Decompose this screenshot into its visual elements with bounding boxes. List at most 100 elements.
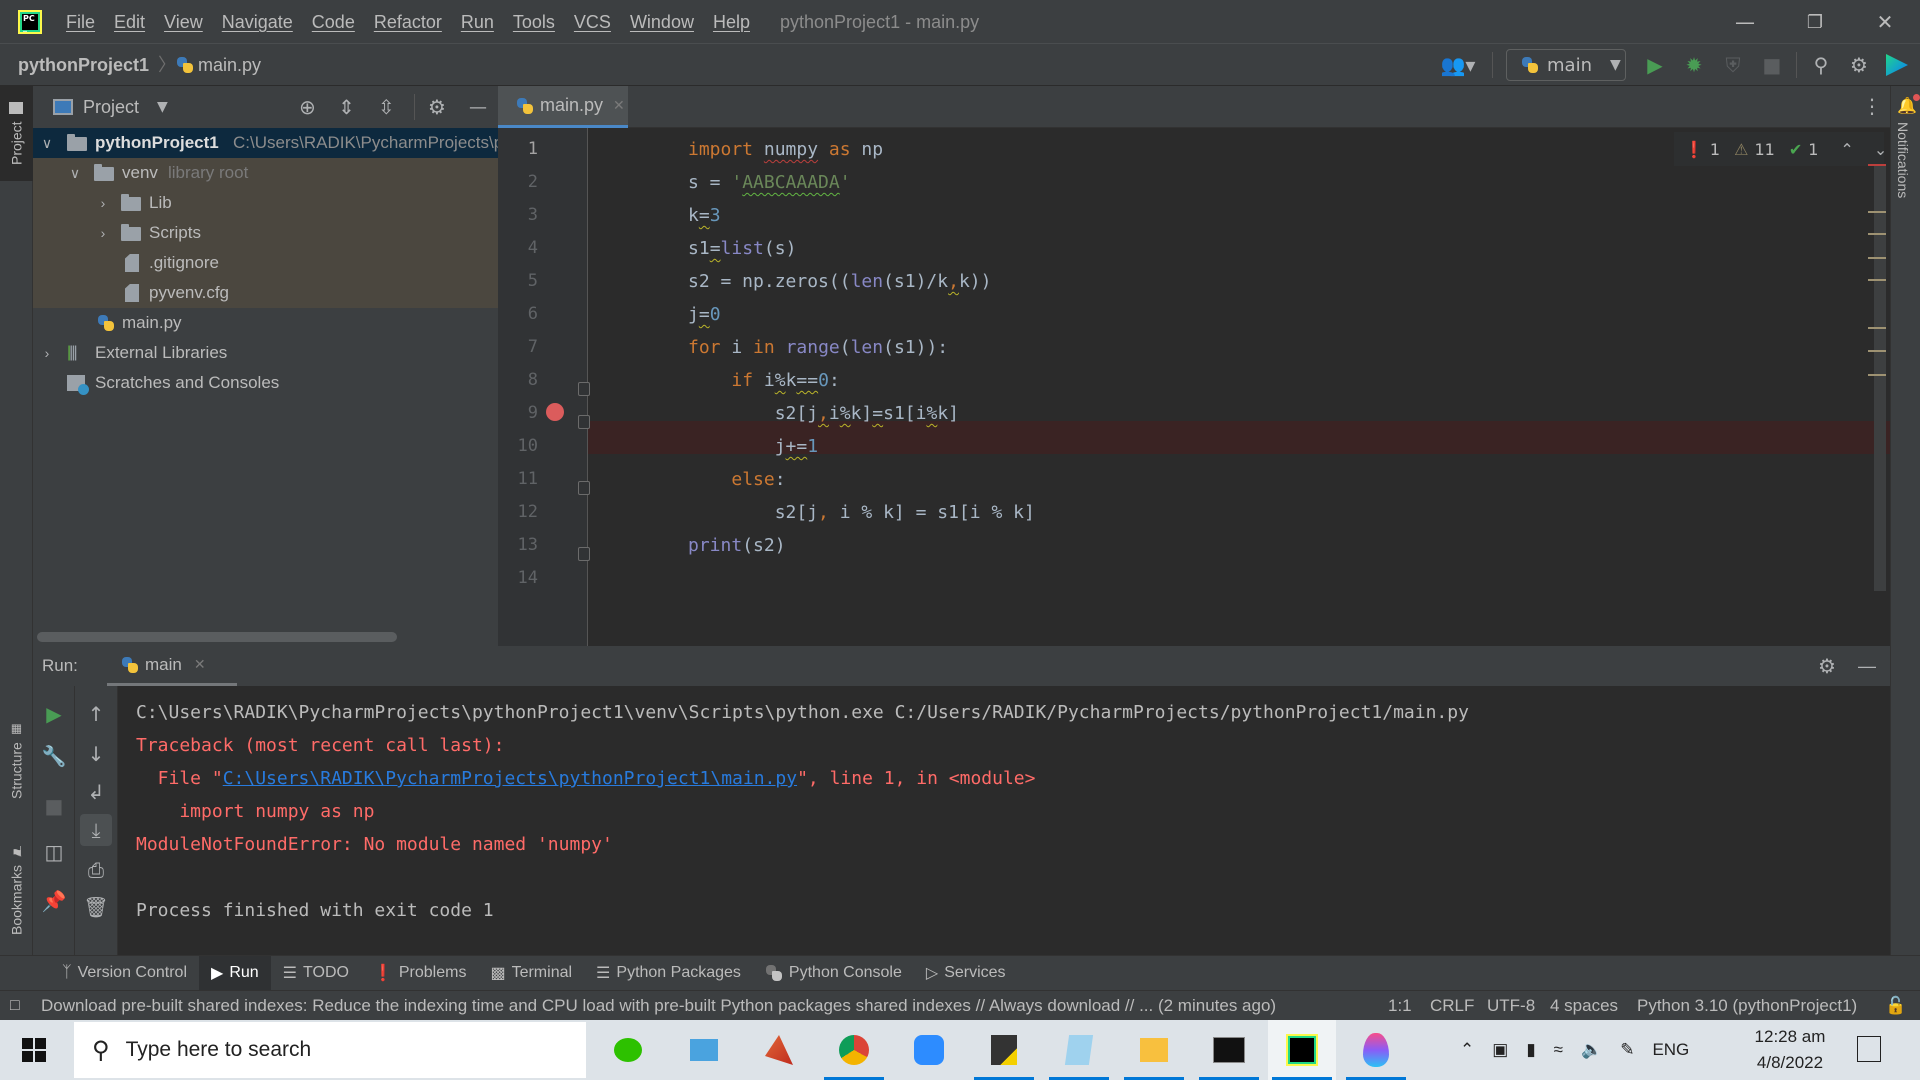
close-tab-icon[interactable]: ✕ [613,97,625,114]
structure-tool-tab[interactable]: Structure ▦ [0,706,33,816]
tree-item-scripts[interactable]: › Scripts [33,218,498,248]
show-hidden-icons[interactable]: ⌃ [1460,1040,1474,1060]
menu-refactor[interactable]: Refactor [374,12,442,33]
close-tab-icon[interactable]: ✕ [194,656,206,673]
tool-tab-services[interactable]: ▷ Services [914,956,1018,991]
volume-icon[interactable]: 🔈 [1581,1040,1602,1060]
taskbar-app-matlab[interactable] [745,1020,813,1080]
chevron-right-icon[interactable]: › [95,188,111,218]
line-number[interactable]: 13 [498,535,538,555]
tree-item-lib[interactable]: › Lib [33,188,498,218]
stop-icon[interactable]: ■ [38,790,70,822]
line-number[interactable]: 14 [498,568,538,588]
tool-tab-python-console[interactable]: Python Console [753,956,914,991]
locate-file-icon[interactable]: ⊕ [299,95,316,119]
gear-icon[interactable]: ⚙ [1818,654,1836,679]
start-button[interactable] [22,1038,46,1062]
line-separator[interactable]: CRLF [1430,991,1474,1021]
line-number[interactable]: 10 [498,436,538,456]
file-link[interactable]: C:\Users\RADIK\PycharmProjects\pythonPro… [223,768,797,789]
file-encoding[interactable]: UTF-8 [1487,991,1535,1021]
line-number[interactable]: 8 [498,370,538,390]
menu-window[interactable]: Window [630,12,694,33]
warning-marker[interactable] [1868,350,1886,352]
taskbar-app-pycharm[interactable] [1268,1020,1336,1080]
minimize-button[interactable]: — [1710,0,1780,44]
notification-bell-icon[interactable]: 🔔 [1897,94,1920,115]
run-config-selector[interactable]: main ▼ [1506,49,1626,81]
lock-icon[interactable]: 🔓 [1885,991,1906,1021]
code-area[interactable]: import numpy as np s = 'AABCAAADA' k=3 s… [588,128,1868,648]
tool-tab-version-control[interactable]: ᛉ Version Control [50,956,199,991]
wrench-icon[interactable]: 🔧 [38,740,70,772]
warning-marker[interactable] [1868,374,1886,376]
hide-panel-icon[interactable]: — [469,97,487,118]
notifications-tool-tab[interactable]: Notifications [1895,122,1911,198]
inspection-widget[interactable]: ❗ 1 ⚠ 11 ✔ 1 ⌃ ⌄ [1674,132,1887,166]
chevron-right-icon[interactable]: › [95,218,111,248]
warning-marker[interactable] [1868,257,1886,259]
project-view-selector[interactable]: Project [83,97,139,118]
taskbar-app-command-prompt[interactable] [1195,1020,1263,1080]
tool-tab-terminal[interactable]: ▩ Terminal [478,956,584,991]
scroll-to-end-icon[interactable]: ⤓ [80,814,112,846]
caret-position[interactable]: 1:1 [1388,991,1412,1021]
collapse-all-icon[interactable]: ⇳ [378,95,395,119]
expand-all-icon[interactable]: ⇕ [338,95,355,119]
layout-icon[interactable]: ◫ [38,836,70,868]
status-message[interactable]: Download pre-built shared indexes: Reduc… [41,991,1341,1021]
breakpoint-icon[interactable] [546,403,564,421]
print-icon[interactable]: ⎙ [80,854,112,886]
console-output[interactable]: C:\Users\RADIK\PycharmProjects\pythonPro… [118,686,1890,955]
breadcrumb-file[interactable]: main.py [176,44,261,86]
more-options-icon[interactable]: ⋮ [1862,94,1882,118]
pin-icon[interactable]: 📌 [38,885,70,917]
taskbar-app-chrome[interactable] [820,1020,888,1080]
warning-marker[interactable] [1868,279,1886,281]
close-window-button[interactable]: ✕ [1850,0,1920,44]
menu-view[interactable]: View [164,12,203,33]
taskbar-app-this-pc[interactable] [670,1020,738,1080]
menu-edit[interactable]: Edit [114,12,145,33]
search-everywhere-button[interactable]: ⚲ [1804,44,1838,86]
code-with-me-button[interactable] [1880,44,1914,86]
menu-file[interactable]: File [66,12,95,33]
camera-icon[interactable]: ▣ [1492,1040,1508,1060]
horizontal-scrollbar[interactable] [37,632,397,642]
next-highlight-icon[interactable]: ⌄ [1874,140,1887,159]
taskbar-app-sticky-notes[interactable] [970,1020,1038,1080]
soft-wrap-icon[interactable]: ↲ [80,776,112,808]
error-marker[interactable] [1868,164,1886,166]
gear-icon[interactable]: ⚙ [428,95,446,119]
menu-tools[interactable]: Tools [513,12,555,33]
line-number[interactable]: 2 [498,172,538,192]
run-tab-main[interactable]: main ✕ [107,646,237,686]
coverage-button[interactable]: ⛨ [1716,44,1750,86]
bookmarks-tool-tab[interactable]: Bookmarks ⚑ [0,831,33,946]
tool-tab-todo[interactable]: ☰ TODO [271,956,361,991]
arrow-up-icon[interactable]: ↑ [80,698,112,730]
chevron-down-icon[interactable]: ∨ [39,128,55,158]
breadcrumb-project[interactable]: pythonProject1 [18,44,149,86]
tree-item-gitignore[interactable]: .gitignore [33,248,498,278]
line-number[interactable]: 3 [498,205,538,225]
pen-icon[interactable]: ✎ [1620,1040,1634,1060]
project-tool-tab[interactable]: Project [0,86,33,181]
tree-item-venv[interactable]: ∨ venv library root [33,158,498,188]
previous-highlight-icon[interactable]: ⌃ [1840,140,1853,159]
wifi-icon[interactable]: ≈ [1554,1040,1563,1060]
editor-scrollbar[interactable] [1874,166,1886,591]
chevron-down-icon[interactable]: ▼ [157,99,168,115]
arrow-down-icon[interactable]: ↓ [80,738,112,770]
tool-tab-problems[interactable]: ❗ Problems [361,956,479,991]
clock[interactable]: 12:28 am 4/8/2022 [1740,1024,1840,1076]
warning-marker[interactable] [1868,211,1886,213]
line-number[interactable]: 6 [498,304,538,324]
chevron-right-icon[interactable]: › [39,338,55,368]
line-number[interactable]: 1 [498,139,538,159]
line-number[interactable]: 4 [498,238,538,258]
settings-button[interactable]: ⚙ [1842,44,1876,86]
hide-panel-icon[interactable]: — [1858,656,1876,677]
taskbar-app-wechat[interactable] [594,1020,662,1080]
line-number[interactable]: 5 [498,271,538,291]
